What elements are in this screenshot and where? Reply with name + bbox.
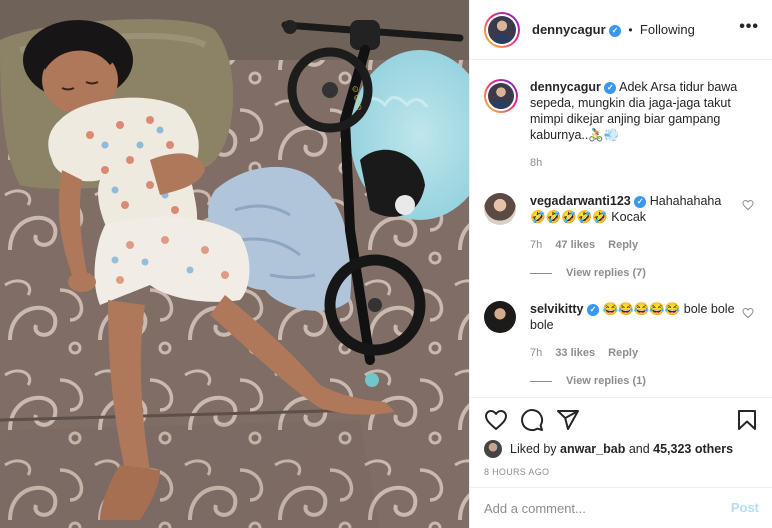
view-replies-button[interactable]: View replies (1) — [530, 375, 646, 387]
comment-row: selvikitty ✓ 😂😂😂😂😂 bole bole bole 7h 33 … — [484, 301, 764, 361]
comment-likes[interactable]: 47 likes — [555, 239, 595, 251]
likes-text: Liked by anwar_bab and 45,323 others — [510, 442, 733, 456]
comment-like-heart-icon[interactable] — [742, 307, 754, 319]
replies-divider-line — [530, 272, 552, 274]
likes-middle: and — [625, 442, 654, 456]
likes-prefix: Liked by — [510, 442, 561, 456]
verified-badge-icon: ✓ — [604, 81, 617, 94]
verified-badge-icon: ✓ — [587, 303, 599, 316]
post-side-panel: dennycagur ✓ • Following ••• dennycagur … — [469, 0, 772, 528]
comment-likes[interactable]: 33 likes — [555, 347, 595, 359]
comment-meta: 7h 33 likes Reply — [530, 345, 740, 361]
comment-body: vegadarwanti123 ✓ Hahahahaha 🤣🤣🤣🤣🤣 Kocak… — [530, 193, 740, 253]
reply-button[interactable]: Reply — [608, 347, 638, 359]
author-line: dennycagur ✓ • Following — [532, 22, 695, 37]
more-options-icon[interactable]: ••• — [739, 18, 759, 36]
comment-avatar[interactable] — [484, 193, 516, 225]
post-timestamp[interactable]: 8 HOURS AGO — [484, 467, 549, 477]
paper-plane-icon[interactable] — [556, 408, 580, 432]
caption-avatar[interactable] — [484, 79, 518, 113]
verified-badge-icon: ✓ — [609, 24, 622, 37]
separator-dot: • — [628, 23, 633, 37]
replies-divider-line — [530, 380, 552, 382]
comment-bubble-icon[interactable] — [520, 408, 544, 432]
post-header: dennycagur ✓ • Following ••• — [470, 0, 772, 60]
view-replies-button[interactable]: View replies (7) — [530, 267, 646, 279]
author-avatar[interactable] — [484, 12, 520, 48]
comment-row: vegadarwanti123 ✓ Hahahahaha 🤣🤣🤣🤣🤣 Kocak… — [484, 193, 764, 253]
comment-like-heart-icon[interactable] — [742, 199, 754, 211]
post-photo[interactable]: ☺☺☺ — [0, 0, 469, 528]
liker-avatar[interactable] — [484, 440, 502, 458]
post-comment-button[interactable]: Post — [731, 500, 759, 515]
caption-row: dennycagur ✓ Adek Arsa tidur bawa sepeda… — [484, 79, 764, 189]
comment-input[interactable] — [484, 498, 704, 518]
sleeping-child-photo: ☺☺☺ — [0, 0, 469, 528]
heart-icon[interactable] — [484, 408, 508, 432]
view-replies-label: View replies (7) — [566, 267, 646, 279]
comments-section[interactable]: dennycagur ✓ Adek Arsa tidur bawa sepeda… — [470, 61, 772, 397]
add-comment-bar: Post — [470, 487, 772, 528]
instagram-post-modal: ☺☺☺ dennycagur ✓ • Following ••• dennyca… — [0, 0, 772, 528]
likes-count[interactable]: 45,323 others — [653, 442, 733, 456]
action-bar — [470, 397, 772, 441]
comment-avatar[interactable] — [484, 301, 516, 333]
liker-username[interactable]: anwar_bab — [560, 442, 625, 456]
bookmark-icon[interactable] — [735, 408, 759, 432]
comment-meta: 7h 47 likes Reply — [530, 237, 740, 253]
comment-username[interactable]: vegadarwanti123 — [530, 194, 631, 208]
comment-body: selvikitty ✓ 😂😂😂😂😂 bole bole bole 7h 33 … — [530, 301, 740, 361]
verified-badge-icon: ✓ — [634, 195, 647, 208]
caption-username[interactable]: dennycagur — [530, 80, 601, 94]
caption-text-line: dennycagur ✓ Adek Arsa tidur bawa sepeda… — [530, 79, 740, 143]
view-replies-label: View replies (1) — [566, 375, 646, 387]
reply-button[interactable]: Reply — [608, 239, 638, 251]
comment-time[interactable]: 7h — [530, 239, 542, 251]
caption-meta: 8h — [530, 155, 740, 171]
caption-body: dennycagur ✓ Adek Arsa tidur bawa sepeda… — [530, 79, 740, 171]
author-username[interactable]: dennycagur — [532, 22, 606, 37]
following-button[interactable]: Following — [640, 22, 695, 37]
caption-time[interactable]: 8h — [530, 157, 542, 169]
comment-username[interactable]: selvikitty — [530, 302, 584, 316]
comment-time[interactable]: 7h — [530, 347, 542, 359]
